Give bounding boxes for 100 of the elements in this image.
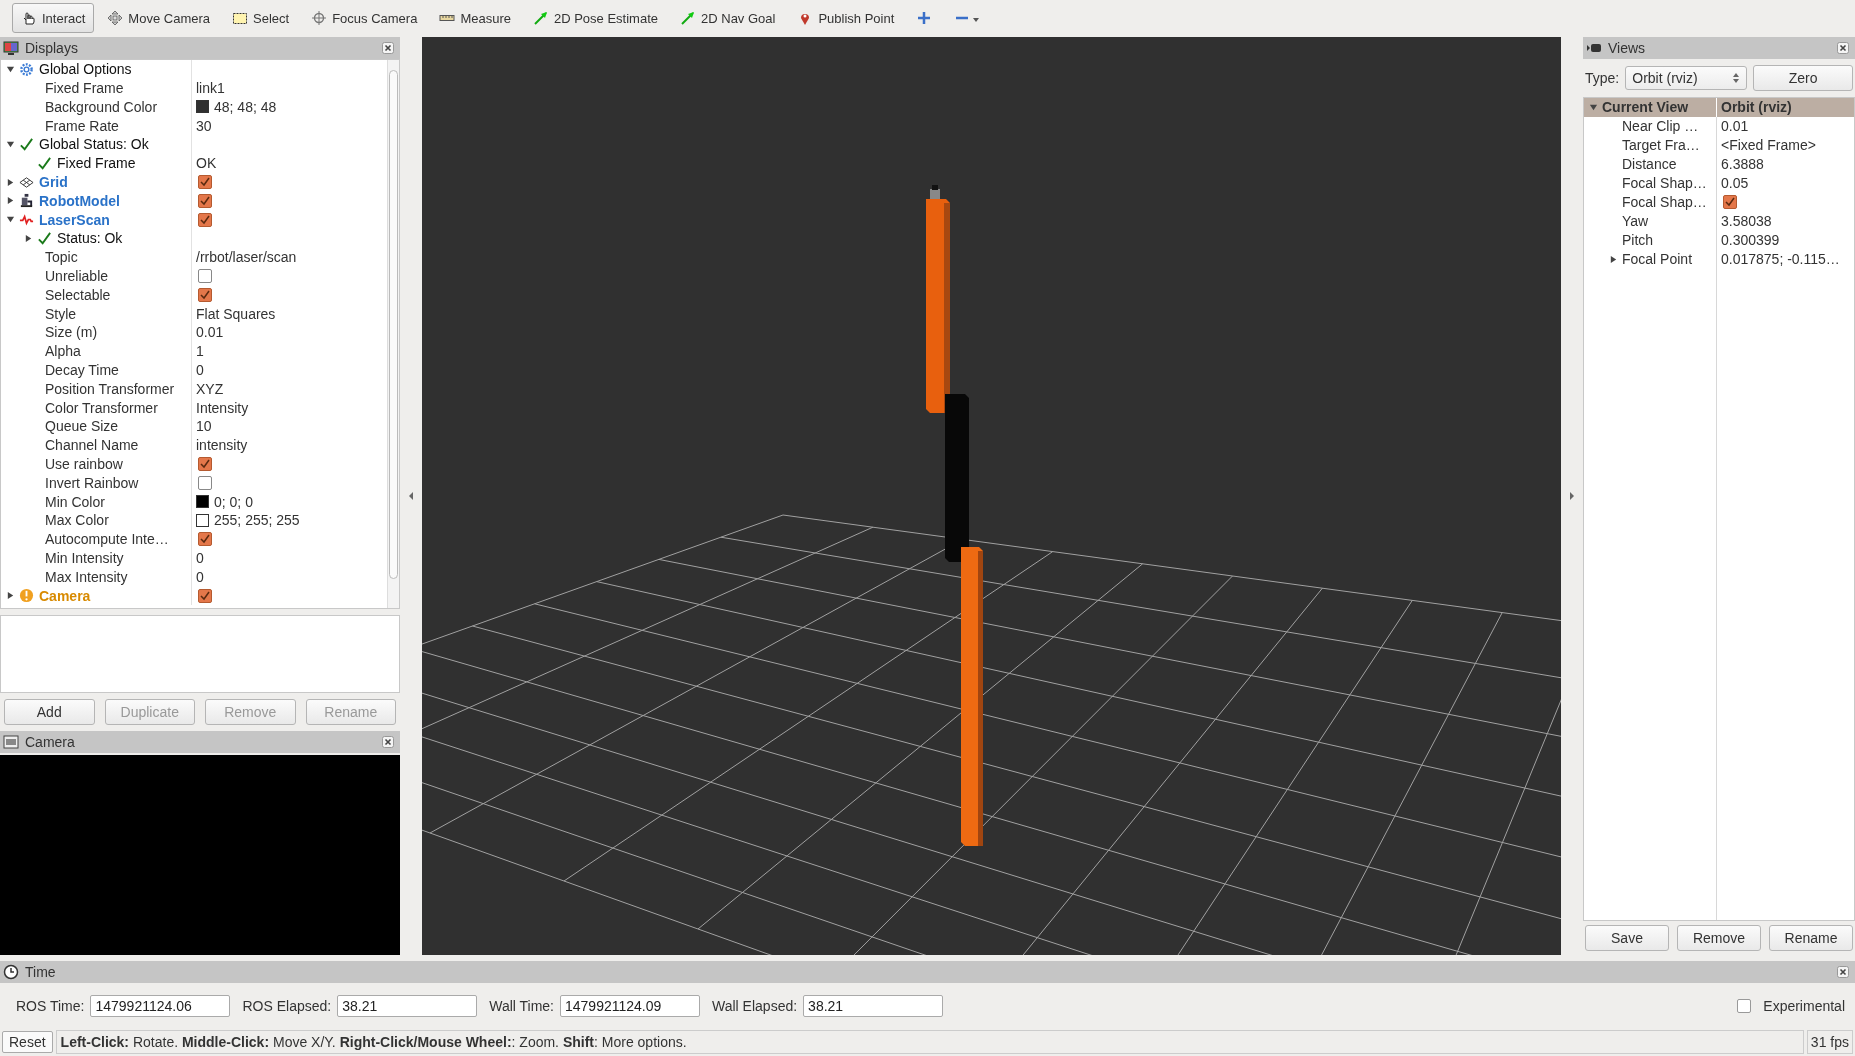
property-name: Decay Time [45,362,119,378]
checkbox[interactable] [198,193,212,208]
property-name: Min Intensity [45,550,124,566]
panel-title: Views [1608,39,1647,56]
panel-button[interactable]: Remove [1677,924,1761,951]
property-name: Invert Rainbow [45,474,139,491]
checkbox[interactable] [198,457,212,471]
property-value: 1 [196,343,204,360]
zero-button[interactable]: Zero [1753,64,1853,91]
tool-button[interactable]: Publish Point [788,3,904,34]
property-name: Selectable [45,286,111,303]
tool-button[interactable]: Measure [430,3,520,34]
property-value: intensity [196,437,248,454]
collapsed-arrow-icon[interactable] [5,591,15,601]
checkbox[interactable] [198,588,212,603]
property-name: Distance [1622,156,1677,173]
scrollbar[interactable] [387,59,399,608]
panel-title: Time [25,963,57,980]
tool-button[interactable]: Move Camera [98,3,219,34]
collapse-right-arrow-icon[interactable] [1569,490,1575,501]
property-name: Near Clip … [1622,118,1699,135]
checkbox[interactable] [198,532,212,547]
property-name: Focal Shap… [1622,175,1707,192]
checkbox[interactable] [198,175,212,190]
property-name: Style [45,305,77,322]
close-icon[interactable] [382,735,394,748]
time-field[interactable]: 38.21 [803,994,944,1017]
fps-readout: 31 fps [1806,1030,1853,1055]
property-name: Min Color [45,493,105,510]
property-name: Max Color [45,512,109,529]
property-value: 0.01 [196,324,224,341]
panel-title: Camera [25,733,76,750]
checkbox[interactable] [1723,195,1737,210]
property-value: 0.017875; -0.115… [1721,251,1840,268]
expanded-arrow-icon[interactable] [5,215,15,225]
collapsed-arrow-icon[interactable] [5,177,15,187]
tool-button[interactable]: Interact [12,3,95,34]
color-swatch[interactable] [196,100,209,114]
camera-icon [3,733,19,750]
time-field[interactable]: 38.21 [337,994,478,1017]
field-label: Wall Elapsed: [712,997,798,1014]
laser-wave-icon [19,212,34,228]
arrow-icon [680,10,696,27]
collapse-left-arrow-icon[interactable] [408,490,414,501]
view-type-dropdown[interactable]: Orbit (rviz) [1625,65,1748,90]
property-value: 0.300399 [1721,232,1780,249]
tool-button[interactable]: Select [223,3,299,34]
monitor-icon [3,39,19,56]
checkbox[interactable] [198,287,212,302]
plus-icon [916,10,933,27]
color-swatch[interactable] [196,513,209,527]
check-mark-icon [19,136,34,152]
property-value: 3.58038 [1721,213,1772,230]
property-name: Use rainbow [45,456,123,472]
close-icon[interactable] [1837,965,1849,978]
property-name: Grid [39,174,68,191]
property-value: OK [196,155,217,172]
property-name: Target Fra… [1622,137,1700,154]
property-value: Intensity [196,399,249,416]
field-label: ROS Elapsed: [242,997,332,1014]
property-name: Global Status: Ok [39,136,149,153]
time-field[interactable]: 1479921124.09 [560,994,700,1017]
crosshair-icon [311,10,328,27]
property-name: Focal Point [1622,251,1693,268]
collapsed-arrow-icon[interactable] [5,196,15,206]
property-value: 48; 48; 48 [214,98,277,115]
property-name: Color Transformer [45,399,158,416]
grid-icon [19,174,34,190]
expanded-arrow-icon[interactable] [1588,102,1598,112]
close-icon[interactable] [1837,41,1849,54]
collapsed-arrow-icon[interactable] [23,233,33,243]
property-value: XYZ [196,380,224,397]
spinner-arrows-icon [1732,71,1741,84]
collapsed-arrow-icon[interactable] [1608,254,1618,264]
property-value: <Fixed Frame> [1721,137,1816,154]
expanded-arrow-icon[interactable] [5,139,15,149]
panel-button[interactable]: Rename [1769,924,1853,951]
panel-button[interactable]: Add [4,698,95,725]
property-value: 0 [196,362,204,378]
tool-button[interactable]: 2D Nav Goal [671,3,785,34]
checkbox[interactable] [198,475,212,490]
tool-button[interactable]: Focus Camera [302,3,427,34]
time-field[interactable]: 1479921124.06 [90,994,231,1017]
tool-button[interactable]: 2D Pose Estimate [523,3,667,34]
field-label: ROS Time: [16,997,85,1014]
property-value: 6.3888 [1721,156,1764,173]
checkbox[interactable] [198,212,212,227]
property-name: Position Transformer [45,380,175,397]
panel-button[interactable]: Save [1585,924,1669,951]
property-value: Flat Squares [196,305,276,322]
expanded-arrow-icon[interactable] [5,64,15,74]
property-name: Channel Name [45,437,139,454]
close-icon[interactable] [382,41,394,54]
field-label: Wall Time: [489,997,554,1014]
check-mark-icon [37,230,52,246]
reset-button[interactable]: Reset [2,1031,53,1054]
property-name: Global Options [39,61,132,78]
checkbox[interactable] [198,269,212,284]
color-swatch[interactable] [196,495,209,509]
checkbox[interactable] [1737,998,1752,1013]
